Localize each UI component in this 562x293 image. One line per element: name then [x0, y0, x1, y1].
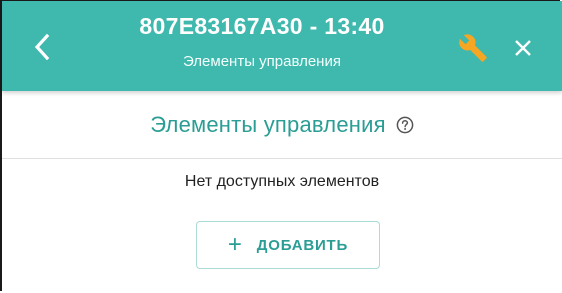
help-circle-icon[interactable] [396, 116, 414, 134]
plus-icon: + [227, 231, 243, 258]
chevron-left-icon [34, 33, 50, 61]
empty-state-message: Нет доступных элементов [184, 173, 380, 190]
wrench-icon [459, 34, 487, 62]
top-app-bar: 807E83167A30 - 13:40 Элементы управления [2, 1, 562, 91]
header-subtitle: Элементы управления [183, 53, 341, 70]
close-icon [515, 40, 531, 56]
section-header: Элементы управления [2, 92, 562, 159]
section-title: Элементы управления [150, 112, 386, 137]
header-titles: 807E83167A30 - 13:40 Элементы управления [102, 9, 422, 73]
device-title: 807E83167A30 - 13:40 [139, 13, 385, 39]
app-window: 807E83167A30 - 13:40 Элементы управления… [0, 0, 562, 291]
back-button[interactable] [24, 29, 60, 65]
add-button-label: ДОБАВИТЬ [256, 236, 349, 254]
settings-button[interactable] [456, 31, 490, 65]
add-button[interactable]: + ДОБАВИТЬ [196, 221, 380, 269]
close-button[interactable] [508, 33, 538, 63]
